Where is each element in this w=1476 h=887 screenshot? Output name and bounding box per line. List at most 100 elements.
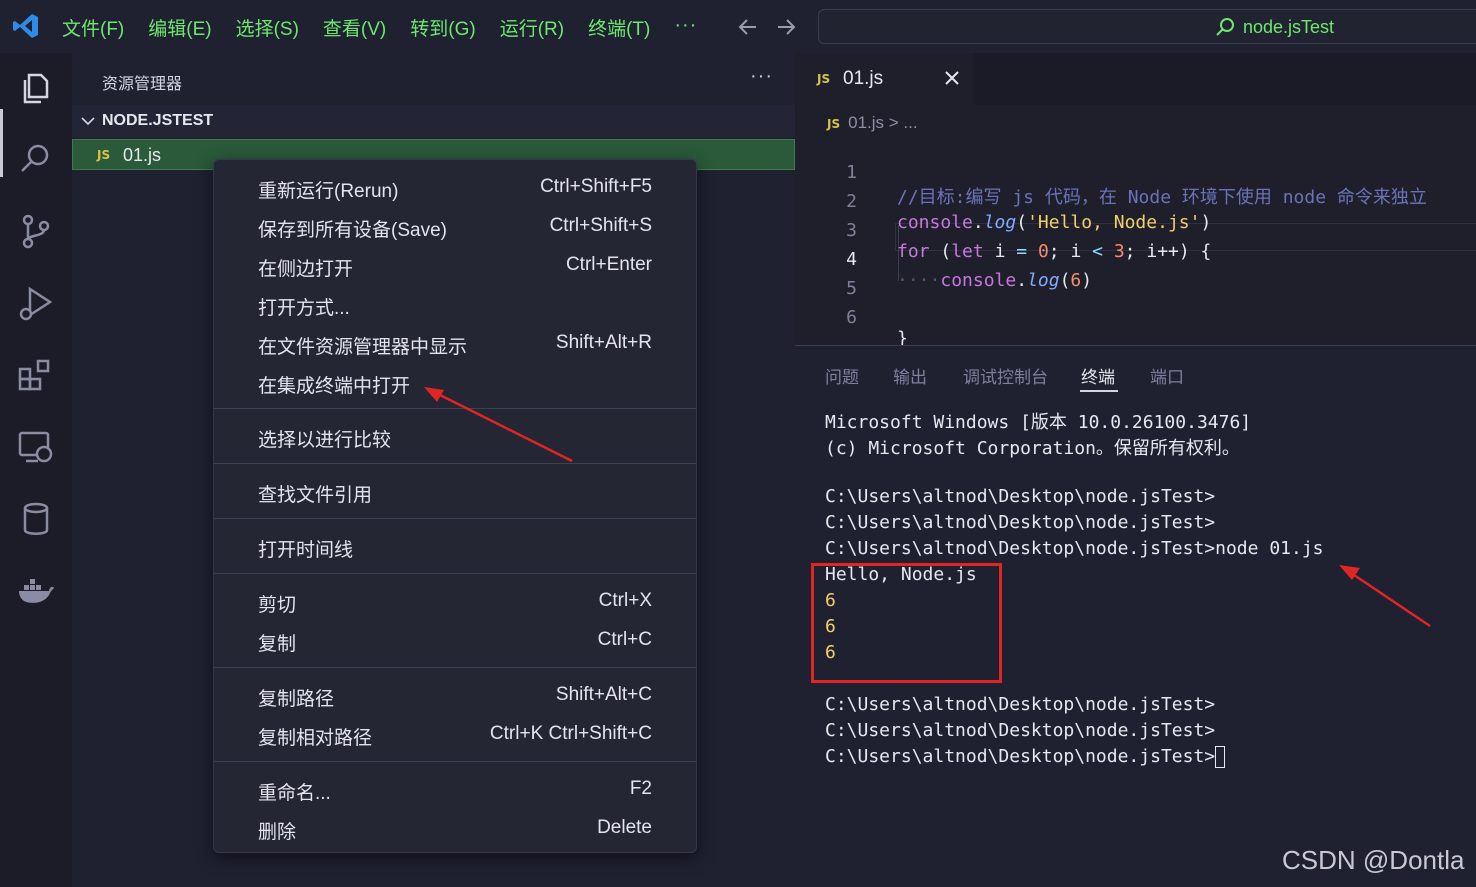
- menu-separator: [214, 408, 696, 409]
- explorer-icon[interactable]: [16, 67, 56, 107]
- database-icon[interactable]: [16, 499, 56, 539]
- tab-debug-console[interactable]: 调试控制台: [963, 363, 1048, 388]
- terminal-line: C:\Users\altnod\Desktop\node.jsTest>node…: [825, 538, 1324, 559]
- docker-icon[interactable]: [16, 571, 56, 611]
- terminal-prompt: C:\Users\altnod\Desktop\node.jsTest>: [825, 746, 1216, 767]
- menu-item-open-in-terminal[interactable]: 在集成终端中打开: [214, 363, 696, 399]
- output-highlight-box: [811, 563, 1002, 683]
- menu-separator: [214, 573, 696, 574]
- menu-selection[interactable]: 选择(S): [236, 14, 299, 41]
- menu-run[interactable]: 运行(R): [500, 14, 564, 41]
- menu-item-shortcut: Ctrl+C: [597, 629, 652, 650]
- title-bar: 文件(F) 编辑(E) 选择(S) 查看(V) 转到(G) 运行(R) 终端(T…: [0, 0, 1476, 53]
- tab-01js[interactable]: JS 01.js: [795, 53, 973, 105]
- menu-item-label: 保存到所有设备(Save): [258, 220, 447, 241]
- js-file-icon: JS: [817, 72, 831, 86]
- extensions-icon[interactable]: [16, 355, 56, 395]
- code-line: 5: [795, 257, 1476, 299]
- menu-item-shortcut: Ctrl+Shift+S: [549, 215, 652, 236]
- context-menu: 重新运行(Rerun) Ctrl+Shift+F5 保存到所有设备(Save) …: [213, 159, 697, 853]
- remote-explorer-icon[interactable]: [16, 427, 56, 467]
- menu-item-save[interactable]: 保存到所有设备(Save) Ctrl+Shift+S: [214, 207, 696, 243]
- back-arrow-icon[interactable]: [736, 15, 760, 39]
- folder-name: NODE.JSTEST: [102, 112, 214, 129]
- menu-item-reveal-in-explorer[interactable]: 在文件资源管理器中显示 Shift+Alt+R: [214, 324, 696, 360]
- menu-file[interactable]: 文件(F): [62, 14, 124, 41]
- menu-item-label: 剪切: [258, 595, 297, 616]
- menu-item-label: 复制相对路径: [258, 728, 373, 749]
- menu-item-label: 删除: [258, 822, 297, 843]
- menu-separator: [214, 667, 696, 668]
- menu-terminal[interactable]: 终端(T): [588, 14, 650, 41]
- tab-ports[interactable]: 端口: [1150, 363, 1184, 388]
- command-center-search[interactable]: node.jsTest: [818, 9, 1476, 44]
- menu-view[interactable]: 查看(V): [323, 14, 386, 41]
- menu-item-shortcut: Delete: [597, 817, 652, 838]
- csdn-watermark: CSDN @Dontla: [1282, 845, 1465, 875]
- active-indicator: [0, 109, 3, 177]
- menu-item-label: 打开时间线: [258, 540, 354, 561]
- menu-item-cut[interactable]: 剪切 Ctrl+X: [214, 582, 696, 618]
- menu-item-copy-path[interactable]: 复制路径 Shift+Alt+C: [214, 676, 696, 712]
- workspace-title: node.jsTest: [1243, 17, 1335, 37]
- js-file-icon: JS: [97, 148, 111, 162]
- terminal-line: C:\Users\altnod\Desktop\node.jsTest>: [825, 694, 1216, 715]
- menu-item-rename[interactable]: 重命名... F2: [214, 770, 696, 806]
- menu-item-label: 复制: [258, 634, 297, 655]
- terminal-cursor: [1215, 746, 1226, 768]
- breadcrumb[interactable]: JS 01.js > ...: [827, 113, 918, 133]
- forward-arrow-icon[interactable]: [774, 15, 798, 39]
- menu-item-find-references[interactable]: 查找文件引用: [214, 472, 696, 508]
- tab-problems[interactable]: 问题: [825, 363, 859, 388]
- activity-bar: [0, 53, 72, 887]
- menu-item-rerun[interactable]: 重新运行(Rerun) Ctrl+Shift+F5: [214, 168, 696, 204]
- menu-item-label: 在集成终端中打开: [258, 376, 411, 397]
- code-line: 6 }: [795, 286, 1476, 349]
- menu-item-label: 查找文件引用: [258, 485, 373, 506]
- close-icon[interactable]: [943, 69, 961, 87]
- menu-item-shortcut: Shift+Alt+C: [555, 684, 652, 705]
- terminal-line: C:\Users\altnod\Desktop\node.jsTest>: [825, 512, 1216, 533]
- menu-item-open-timeline[interactable]: 打开时间线: [214, 527, 696, 563]
- menu-item-shortcut: Shift+Alt+R: [555, 332, 652, 353]
- menu-edit[interactable]: 编辑(E): [148, 14, 211, 41]
- chevron-down-icon: [81, 117, 95, 126]
- run-debug-icon[interactable]: [16, 283, 56, 323]
- menu-item-shortcut: Ctrl+Enter: [565, 254, 652, 275]
- menu-bar: 文件(F) 编辑(E) 选择(S) 查看(V) 转到(G) 运行(R) 终端(T…: [62, 14, 697, 41]
- menu-item-copy-relative-path[interactable]: 复制相对路径 Ctrl+K Ctrl+Shift+C: [214, 715, 696, 751]
- explorer-more-button[interactable]: ···: [750, 65, 773, 88]
- tab-label: 01.js: [843, 68, 884, 89]
- terminal-line: Microsoft Windows [版本 10.0.26100.3476]: [825, 412, 1252, 433]
- search-icon[interactable]: [16, 139, 56, 179]
- explorer-title: 资源管理器: [102, 76, 183, 93]
- menu-go[interactable]: 转到(G): [410, 14, 475, 41]
- code-line-active: 4 ····console.log(6): [795, 228, 1476, 291]
- menu-item-open-to-side[interactable]: 在侧边打开 Ctrl+Enter: [214, 246, 696, 282]
- menu-item-delete[interactable]: 删除 Delete: [214, 809, 696, 845]
- tab-terminal[interactable]: 终端: [1081, 363, 1115, 388]
- menu-item-shortcut: F2: [629, 778, 652, 799]
- source-control-icon[interactable]: [16, 211, 56, 251]
- tab-output[interactable]: 输出: [893, 363, 927, 388]
- menu-item-label: 在侧边打开: [258, 259, 354, 280]
- menu-item-label: 选择以进行比较: [258, 430, 392, 451]
- file-name: 01.js: [123, 145, 162, 165]
- terminal-line: (c) Microsoft Corporation。保留所有权利。: [825, 438, 1240, 459]
- code-editor[interactable]: JS 01.js > ... 1 //目标:编写 js 代码，在 Node 环境下…: [795, 105, 1476, 349]
- line-number: 6: [846, 307, 857, 328]
- menu-item-select-for-compare[interactable]: 选择以进行比较: [214, 417, 696, 453]
- menu-item-label: 复制路径: [258, 689, 335, 710]
- menu-item-open-with[interactable]: 打开方式...: [214, 285, 696, 321]
- js-file-icon: JS: [827, 117, 841, 131]
- active-tab-underline: [1080, 390, 1118, 392]
- bottom-panel: 问题 输出 调试控制台 终端 端口 Microsoft Windows [版本 …: [795, 345, 1476, 887]
- search-icon: [1216, 18, 1234, 36]
- menu-item-copy[interactable]: 复制 Ctrl+C: [214, 621, 696, 657]
- workspace-folder[interactable]: NODE.JSTEST: [72, 105, 795, 137]
- menu-more-button[interactable]: ···: [674, 14, 697, 41]
- menu-item-shortcut: Ctrl+K Ctrl+Shift+C: [489, 723, 652, 744]
- menu-item-label: 打开方式...: [258, 298, 350, 319]
- menu-item-label: 重命名...: [258, 783, 331, 804]
- code-line: 3 for (let i = 0; i < 3; i++) {: [795, 199, 1476, 262]
